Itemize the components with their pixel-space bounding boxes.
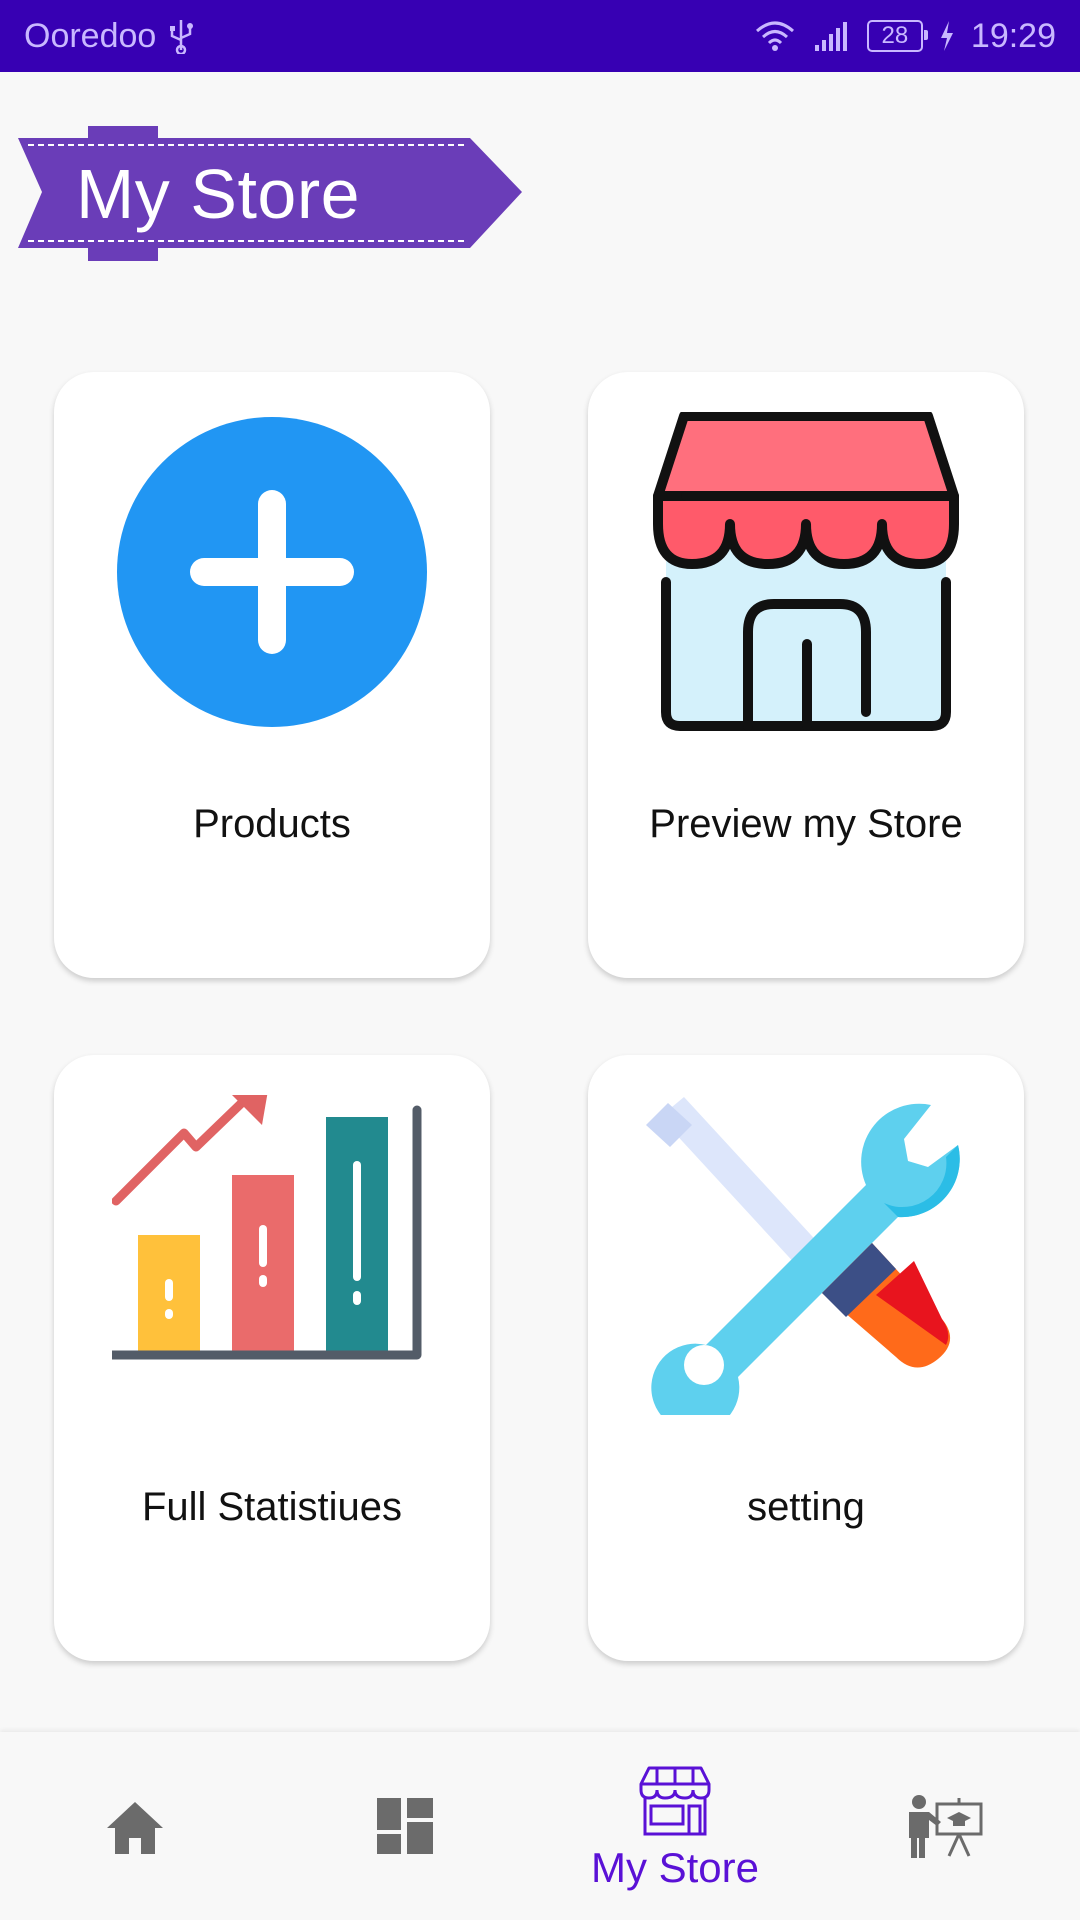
- store-icon: [653, 412, 959, 731]
- add-circle-icon: [117, 417, 427, 727]
- wifi-icon: [755, 21, 794, 51]
- preview-store-label: Preview my Store: [649, 802, 963, 846]
- clock: 19:29: [970, 16, 1056, 55]
- nav-my-store[interactable]: My Store: [540, 1732, 810, 1920]
- nav-home[interactable]: [0, 1732, 270, 1920]
- charging-icon: [940, 21, 953, 51]
- statistics-label: Full Statistiues: [141, 1485, 403, 1529]
- statistics-card[interactable]: Full Statistiues: [54, 1055, 490, 1661]
- page-title-banner: My Store: [18, 124, 526, 264]
- products-label: Products: [193, 802, 351, 846]
- setting-card[interactable]: setting: [588, 1055, 1024, 1661]
- bottom-navigation: My Store: [0, 1732, 1080, 1920]
- home-icon: [107, 1802, 163, 1854]
- usb-icon: [170, 20, 194, 54]
- setting-label: setting: [747, 1485, 865, 1529]
- tools-icon: [646, 1097, 960, 1415]
- products-card[interactable]: Products: [54, 372, 490, 978]
- battery-level: 28: [881, 22, 909, 49]
- dashboard-icon: [377, 1798, 433, 1854]
- carrier-name: Ooredoo: [24, 16, 157, 55]
- bar-chart-icon: [112, 1095, 422, 1360]
- signal-icon: [814, 22, 847, 51]
- store-icon: [639, 1766, 711, 1836]
- page-title: My Store: [76, 155, 361, 233]
- status-bar: Ooredoo 28 19:29: [0, 0, 1080, 72]
- preview-store-card[interactable]: Preview my Store: [588, 372, 1024, 978]
- nav-dashboard[interactable]: [270, 1732, 540, 1920]
- battery-icon: 28: [866, 20, 928, 52]
- nav-teacher[interactable]: [810, 1732, 1080, 1920]
- nav-my-store-label: My Store: [590, 1844, 760, 1891]
- teacher-icon: [909, 1795, 983, 1858]
